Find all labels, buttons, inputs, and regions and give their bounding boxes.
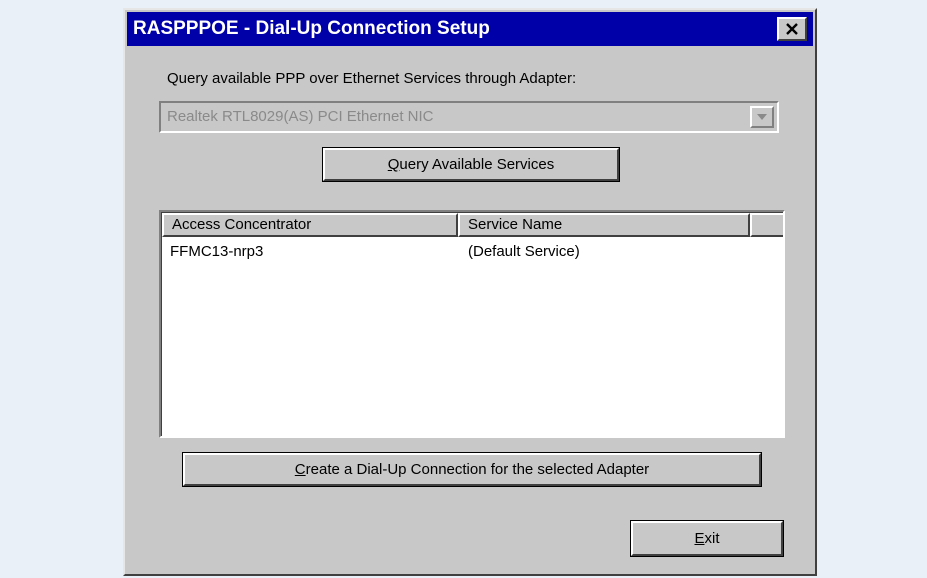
create-dialup-connection-button[interactable]: Create a Dial-Up Connection for the sele… [183,453,761,486]
title-bar[interactable]: RASPPPOE - Dial-Up Connection Setup [127,12,813,46]
column-header-service-name[interactable]: Service Name [458,213,750,237]
list-item[interactable]: FFMC13-nrp3 (Default Service) [162,241,783,263]
close-button[interactable] [777,17,807,41]
column-header-filler [750,213,783,237]
query-button-mnemonic: Q [387,156,400,173]
exit-button-label: xit [704,530,720,547]
query-available-services-button[interactable]: Query Available Services [323,148,619,181]
adapter-select-dropdown-button[interactable] [750,106,774,128]
chevron-down-icon [757,114,767,120]
exit-button[interactable]: Exit [631,521,783,556]
exit-button-mnemonic: E [694,530,705,547]
query-button-label: uery Available Services [399,156,555,173]
window-title: RASPPPOE - Dial-Up Connection Setup [133,18,490,39]
column-header-access-concentrator[interactable]: Access Concentrator [162,213,458,237]
close-icon [786,23,798,35]
query-label: Query available PPP over Ethernet Servic… [167,70,577,87]
dialup-setup-dialog: RASPPPOE - Dial-Up Connection Setup Quer… [123,8,817,576]
adapter-select[interactable]: Realtek RTL8029(AS) PCI Ethernet NIC [159,101,779,133]
service-name-cell: (Default Service) [468,243,580,260]
access-concentrator-cell: FFMC13-nrp3 [170,243,264,260]
create-button-mnemonic: C [294,461,306,478]
adapter-select-value: Realtek RTL8029(AS) PCI Ethernet NIC [167,108,434,125]
services-list[interactable]: Access Concentrator Service Name FFMC13-… [159,210,785,438]
create-button-label: reate a Dial-Up Connection for the selec… [305,461,650,478]
